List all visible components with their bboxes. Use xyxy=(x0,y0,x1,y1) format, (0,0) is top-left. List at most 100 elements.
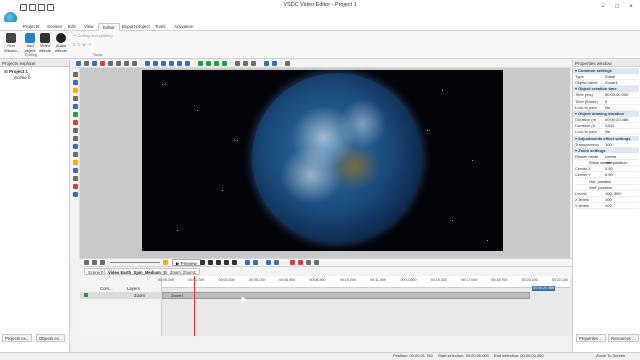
zoom-tool-icon[interactable] xyxy=(92,61,97,66)
align-left-icon[interactable] xyxy=(145,61,150,66)
group-icon[interactable] xyxy=(235,61,240,66)
snap-icon[interactable] xyxy=(272,61,277,66)
line-icon[interactable] xyxy=(73,128,78,133)
tab-activation[interactable]: Activation xyxy=(170,23,198,31)
audio-object-icon[interactable] xyxy=(73,176,78,181)
render-icon[interactable] xyxy=(163,260,168,265)
settings-icon[interactable] xyxy=(285,61,290,66)
redo-tool-icon[interactable] xyxy=(132,61,137,66)
volume-icon[interactable] xyxy=(306,260,311,265)
property-value[interactable]: 0.50 xyxy=(605,172,613,178)
shape-icon[interactable] xyxy=(73,112,78,117)
property-value[interactable]: 00:00:00.000 xyxy=(605,92,628,98)
close-icon[interactable]: × xyxy=(624,2,638,12)
property-section-header[interactable]: ▾ Object creation time xyxy=(573,86,639,92)
video-effects-button[interactable]: Video effects xyxy=(38,33,52,53)
tab-edit[interactable]: Edit xyxy=(64,23,80,31)
sprite-icon[interactable] xyxy=(73,144,78,149)
align-bottom-icon[interactable] xyxy=(185,61,190,66)
grid-icon[interactable] xyxy=(264,61,269,66)
movement-icon[interactable] xyxy=(73,152,78,157)
loop-icon[interactable] xyxy=(253,260,258,265)
pointer-icon[interactable] xyxy=(73,72,78,77)
property-value[interactable]: 100; 300 xyxy=(605,191,621,197)
property-row[interactable]: Lock to pare No xyxy=(575,129,639,136)
tool-icons-row[interactable]: ⌗↻⇄⇪ xyxy=(73,42,93,47)
property-row[interactable]: Resize mode Linear interpolation xyxy=(575,154,639,165)
property-value[interactable]: 100 xyxy=(605,203,612,209)
property-row[interactable]: Y levels 100 xyxy=(575,203,639,210)
align-right-icon[interactable] xyxy=(161,61,166,66)
text-object-icon[interactable] xyxy=(73,96,78,101)
property-row[interactable]: Show center xyxy=(575,160,639,166)
preview-button[interactable]: ▶ Preview xyxy=(172,259,201,266)
property-row[interactable]: Object name Zoom1 xyxy=(575,80,639,87)
step-back-icon[interactable] xyxy=(208,260,213,265)
marker-icon[interactable] xyxy=(245,260,250,265)
property-value[interactable]: 1204 xyxy=(605,123,614,129)
property-section-header[interactable]: ▾ Adjustments effect settings xyxy=(573,135,639,142)
select-tool-icon[interactable] xyxy=(76,61,81,66)
go-end-icon[interactable] xyxy=(232,260,237,265)
playhead[interactable] xyxy=(194,276,195,336)
copy-tool-icon[interactable] xyxy=(108,61,113,66)
play-pause-icon[interactable] xyxy=(216,260,221,265)
move-down-icon[interactable] xyxy=(206,61,211,66)
tab-view[interactable]: View xyxy=(80,23,98,31)
align-center-icon[interactable] xyxy=(153,61,158,66)
property-row[interactable]: Vert. position xyxy=(575,185,639,191)
video-preview[interactable] xyxy=(142,70,503,251)
property-section-header[interactable]: ▾ Object drawing duration xyxy=(573,111,639,117)
property-row[interactable]: Center X 0.50 xyxy=(575,166,639,173)
tab-zoom[interactable]: Zoom: Zoom1 xyxy=(166,268,201,275)
undo-tool-icon[interactable] xyxy=(124,61,129,66)
tab-tools[interactable]: Tools xyxy=(151,23,170,31)
property-value[interactable]: 0.50 xyxy=(605,166,613,172)
paste-tool-icon[interactable] xyxy=(116,61,121,66)
track-visibility-icon[interactable] xyxy=(84,293,88,297)
snapshot-icon[interactable] xyxy=(298,260,303,265)
counter-icon[interactable] xyxy=(73,160,78,165)
go-start-icon[interactable] xyxy=(200,260,205,265)
image-object-icon[interactable] xyxy=(73,88,78,93)
tab-properties[interactable]: Properties ... xyxy=(576,334,606,342)
run-wizard-button[interactable]: Run Wizard... xyxy=(4,33,20,53)
cutting-splitting-button[interactable]: ✂ Cutting and splitting xyxy=(73,33,113,38)
move-up-icon[interactable] xyxy=(198,61,203,66)
video-object-icon[interactable] xyxy=(73,80,78,85)
zoom-fit-icon[interactable] xyxy=(100,260,105,265)
step-forward-icon[interactable] xyxy=(224,260,229,265)
zoom-clip[interactable]: Zoom1 xyxy=(162,292,530,299)
camera-icon[interactable] xyxy=(73,192,78,197)
tab-objects-explorer[interactable]: Objects ex... xyxy=(36,334,66,342)
status-zoom[interactable]: Zoom To Screen xyxy=(596,353,625,358)
ungroup-icon[interactable] xyxy=(243,61,248,66)
hand-tool-icon[interactable] xyxy=(84,61,89,66)
trim-icon[interactable] xyxy=(274,260,279,265)
property-value[interactable]: 0 xyxy=(605,99,607,105)
chart-icon[interactable] xyxy=(73,120,78,125)
music-icon[interactable] xyxy=(73,184,78,189)
tab-scenes[interactable]: Scenes xyxy=(43,23,66,31)
tab-video-earth[interactable]: Video Earth_Spin_Medium_S... xyxy=(104,268,174,275)
align-middle-icon[interactable] xyxy=(177,61,182,66)
tab-projects[interactable]: Projects xyxy=(19,23,43,31)
property-row[interactable]: Duration (m 00:00:20.066 xyxy=(575,117,639,123)
property-row[interactable]: X levels 100 xyxy=(575,197,639,204)
tree-item-scene[interactable]: Scene 0 xyxy=(14,75,31,81)
property-section-header[interactable]: ▾ Common settings xyxy=(573,68,639,74)
minimize-icon[interactable]: – xyxy=(596,2,610,12)
cut-tool-icon[interactable] xyxy=(100,61,105,66)
property-row[interactable]: Transparency 100 xyxy=(575,142,639,148)
tab-export-project[interactable]: Export project xyxy=(118,23,154,31)
property-row[interactable]: Lock to pare No xyxy=(575,105,639,111)
tab-resources[interactable]: Resources ... xyxy=(608,334,639,342)
property-value[interactable]: Zoom1 xyxy=(605,80,617,86)
split-icon[interactable] xyxy=(266,260,271,265)
subtitle-icon[interactable] xyxy=(73,168,78,173)
property-value[interactable]: Show center xyxy=(589,160,611,166)
property-value[interactable]: No xyxy=(605,129,610,135)
property-value[interactable]: 100 xyxy=(605,197,612,203)
lock-icon[interactable] xyxy=(251,61,256,66)
property-value[interactable]: Vert. position xyxy=(589,185,612,191)
